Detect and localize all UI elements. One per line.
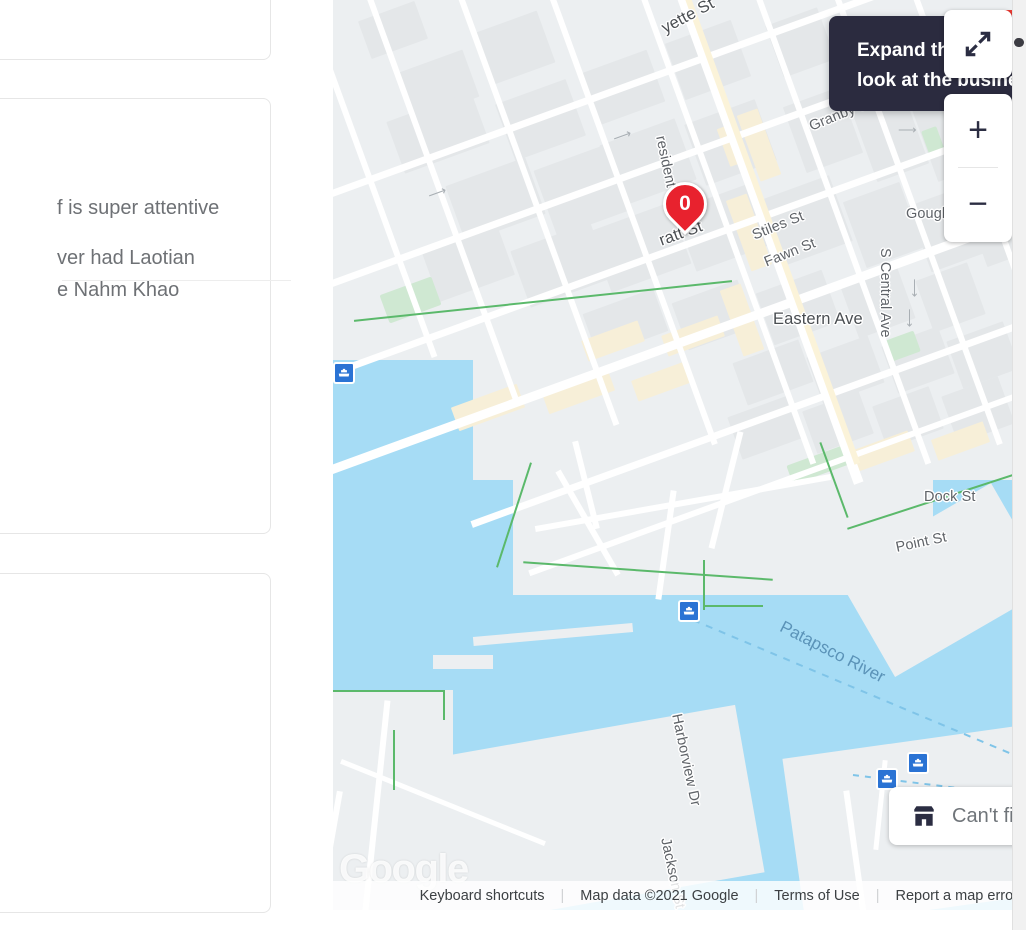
review-snippet: ver had Laotian	[57, 247, 195, 269]
review-snippet: e Nahm Khao	[57, 279, 180, 301]
ferry-terminal-icon[interactable]	[678, 600, 700, 622]
report-map-error-link[interactable]: Report a map error	[896, 888, 1019, 904]
zoom-in-button[interactable]: +	[944, 94, 1012, 167]
footer-separator: |	[875, 887, 880, 904]
page-scrollbar[interactable]	[1012, 0, 1026, 930]
review-card[interactable]	[0, 0, 271, 60]
review-card[interactable]	[0, 573, 271, 913]
map-canvas[interactable]: ⟶ ⟶ ⟶ ⟶ ⟶ ⟶ yette StE Baltimore StGranby…	[333, 0, 1026, 910]
ferry-terminal-icon[interactable]	[907, 752, 929, 774]
expand-map-button[interactable]	[944, 10, 1012, 78]
pin-count-label: 0	[679, 192, 691, 215]
street-label: S Central Ave	[877, 248, 893, 338]
add-business-bar[interactable]: Can't find the business? Add it here	[889, 787, 1026, 845]
page-bottom-strip	[333, 910, 1026, 930]
results-sidebar: f is super attentive ver had Laotian e N…	[0, 0, 333, 930]
expand-arrows-icon	[965, 31, 991, 57]
street-label: Eastern Ave	[773, 310, 863, 328]
storefront-icon	[911, 803, 937, 829]
map-view[interactable]: ⟶ ⟶ ⟶ ⟶ ⟶ ⟶ yette StE Baltimore StGranby…	[333, 0, 1026, 910]
zoom-controls[interactable]: + −	[944, 94, 1012, 242]
direction-arrow-icon: ⟶	[902, 308, 918, 328]
keyboard-shortcuts-link[interactable]: Keyboard shortcuts	[420, 888, 545, 904]
footer-separator: |	[560, 887, 565, 904]
review-card[interactable]	[0, 98, 271, 534]
map-result-pin[interactable]: 0	[653, 172, 717, 236]
zoom-out-button[interactable]: −	[944, 168, 1012, 241]
direction-arrow-icon: ⟶	[898, 122, 917, 137]
direction-arrow-icon: ⟶	[907, 278, 923, 298]
scrollbar-thumb[interactable]	[1014, 38, 1024, 47]
street-label: Dock St	[924, 489, 976, 505]
map-attribution-footer: Keyboard shortcuts | Map data ©2021 Goog…	[333, 881, 1026, 910]
map-data-credit: Map data ©2021 Google	[580, 887, 739, 904]
terms-of-use-link[interactable]: Terms of Use	[774, 888, 859, 904]
review-snippet: f is super attentive	[57, 197, 220, 219]
ferry-terminal-icon[interactable]	[333, 362, 355, 384]
map-search-page: f is super attentive ver had Laotian e N…	[0, 0, 1026, 930]
footer-separator: |	[754, 887, 759, 904]
